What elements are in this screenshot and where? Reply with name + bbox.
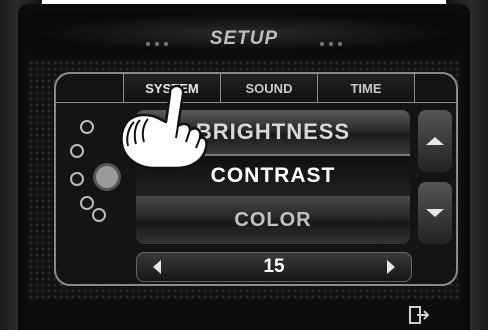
header: SETUP [28, 14, 460, 52]
header-dots-right [320, 42, 342, 46]
device: SETUP SYSTEM SOUND TIME BRIGHTNESS CON [0, 0, 488, 330]
triangle-left-icon [153, 260, 161, 274]
triangle-right-icon [386, 260, 395, 274]
tab-sound[interactable]: SOUND [220, 74, 318, 102]
menu-item-color[interactable]: COLOR [136, 196, 410, 244]
stepper-value: 15 [263, 256, 285, 277]
triangle-up-icon [426, 137, 444, 145]
scroll-controls [418, 110, 452, 244]
value-stepper: 15 [136, 252, 412, 282]
scroll-up-button[interactable] [418, 110, 452, 172]
pointing-hand-icon [120, 84, 208, 170]
screen: SETUP SYSTEM SOUND TIME BRIGHTNESS CON [18, 4, 470, 330]
scroll-down-button[interactable] [418, 182, 452, 244]
decrease-button[interactable] [137, 253, 177, 281]
page-title: SETUP [209, 28, 279, 49]
bottom-bar [28, 302, 460, 330]
tab-time[interactable]: TIME [317, 74, 415, 102]
triangle-down-icon [426, 209, 444, 217]
exit-icon[interactable] [408, 304, 432, 326]
increase-button[interactable] [371, 253, 411, 281]
